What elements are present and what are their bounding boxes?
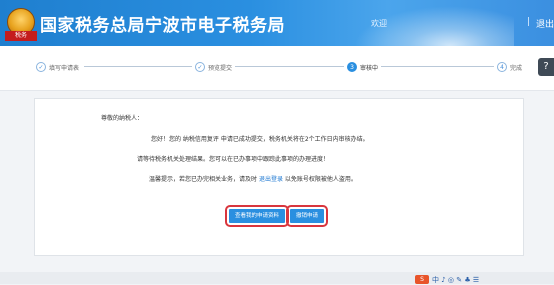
help-button[interactable]: ?: [538, 58, 554, 76]
greeting: 尊敬的纳税人：: [101, 115, 144, 122]
reminder-prefix: 温馨提示，若您已办完相关业务，请及时: [149, 176, 258, 183]
sogou-s-icon: S: [415, 275, 429, 284]
header-separator: |: [527, 17, 531, 27]
reminder-message: 温馨提示，若您已办完相关业务，请及时 退出登录 以免账号权限被他人盗用。: [149, 174, 357, 183]
submission-message: 您好！您的 纳税信用复评 申请已成功提交，税务机关将在2个工作日内审核办结。: [151, 136, 369, 143]
view-my-application-button[interactable]: 查看我的申请资料: [224, 205, 290, 227]
logout-link[interactable]: 退出: [536, 17, 554, 30]
tray-icons: 中 ♪ ◎ ✎ ♣ ☰: [432, 275, 480, 284]
step-fill-application: ✓ 填写申请表: [33, 60, 83, 74]
withdraw-application-button[interactable]: 撤销申请: [285, 205, 329, 227]
check-icon: ✓: [36, 62, 46, 72]
reminder-suffix: 以免账号权限被他人盗用。: [284, 176, 357, 183]
step-complete: 4 完成: [494, 60, 526, 74]
progress-steps-bar: [0, 46, 554, 91]
step-number: 4: [497, 62, 507, 72]
step-connector: [380, 66, 498, 67]
tax-bureau-logo-icon: 税务: [5, 8, 37, 41]
step-number: 3: [347, 62, 357, 72]
step-connector: [234, 66, 344, 67]
result-card: 尊敬的纳税人： 您好！您的 纳税信用复评 申请已成功提交，税务机关将在2个工作日…: [34, 98, 524, 256]
tracking-message: 请等待税务机关处理结果。您可以在已办事项中跟踪此事项的办理进度！: [137, 156, 330, 163]
step-label: 完成: [510, 64, 523, 72]
step-under-review: 3 审核中: [344, 60, 382, 74]
logo-badge: 税务: [5, 31, 37, 41]
step-preview-submit: ✓ 预览提交: [192, 60, 236, 74]
top-header: 税务 国家税务总局宁波市电子税务局 欢迎 | 退出: [0, 0, 554, 46]
step-label: 审核中: [360, 64, 379, 72]
step-connector: [84, 66, 192, 67]
check-icon: ✓: [195, 62, 205, 72]
logout-inline-link[interactable]: 退出登录: [259, 176, 283, 183]
input-method-tray[interactable]: S 中 ♪ ◎ ✎ ♣ ☰: [415, 275, 479, 284]
site-title: 国家税务总局宁波市电子税务局: [40, 16, 285, 36]
step-label: 预览提交: [208, 64, 233, 72]
welcome-text: 欢迎: [371, 19, 387, 28]
step-label: 填写申请表: [49, 64, 80, 72]
